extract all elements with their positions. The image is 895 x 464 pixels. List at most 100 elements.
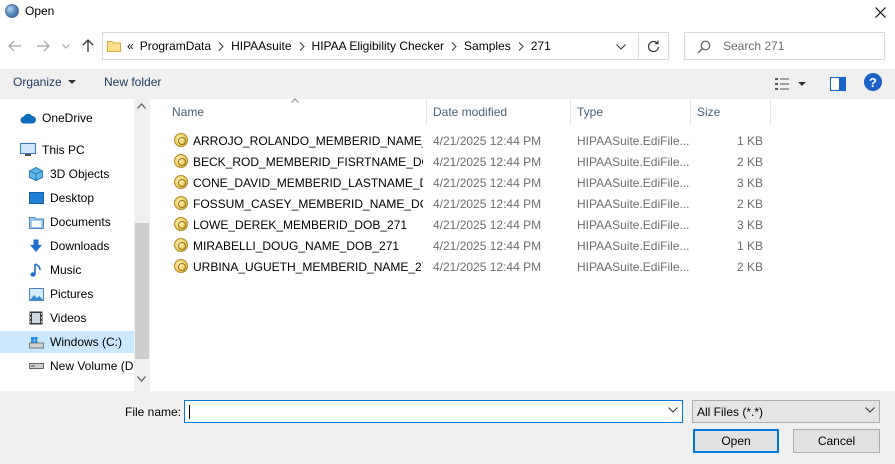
change-view-button[interactable]: [774, 76, 812, 92]
search-box[interactable]: [684, 32, 885, 60]
breadcrumb-item-hipaasuite[interactable]: HIPAAsuite: [229, 39, 293, 53]
file-type-filter[interactable]: All Files (*.*): [692, 400, 880, 423]
chevron-right-icon[interactable]: [446, 38, 462, 54]
app-globe-icon: [5, 4, 19, 18]
nav-item-new-volume-d[interactable]: New Volume (D:: [0, 355, 134, 377]
nav-item-label: 3D Objects: [50, 167, 110, 181]
organize-label: Organize: [13, 75, 62, 89]
file-row[interactable]: BECK_ROD_MEMBERID_FISRTNAME_DOB... 4/21/…: [170, 151, 770, 172]
scroll-up-arrow-icon[interactable]: [137, 103, 146, 109]
drive-icon: [28, 334, 44, 350]
nav-item-desktop[interactable]: Desktop: [0, 187, 134, 209]
pictures-icon: [28, 286, 44, 302]
edi-file-icon: [174, 196, 188, 210]
nav-item-pictures[interactable]: Pictures: [0, 283, 134, 305]
file-name-input[interactable]: [187, 402, 657, 421]
organize-button[interactable]: Organize: [13, 75, 76, 89]
nav-item-this-pc[interactable]: This PC: [0, 139, 134, 161]
file-size: 1 KB: [736, 134, 763, 148]
address-history-dropdown[interactable]: [614, 41, 628, 53]
chevron-right-icon[interactable]: [213, 38, 229, 54]
documents-icon: [28, 214, 44, 230]
file-row[interactable]: MIRABELLI_DOUG_NAME_DOB_271 4/21/2025 12…: [170, 235, 770, 256]
edi-file-icon: [174, 259, 188, 273]
file-name: BECK_ROD_MEMBERID_FISRTNAME_DOB...: [193, 155, 423, 169]
nav-item-windows-c[interactable]: Windows (C:): [0, 331, 134, 353]
cloud-icon: [20, 110, 36, 126]
nav-item-videos[interactable]: Videos: [0, 307, 134, 329]
file-row[interactable]: CONE_DAVID_MEMBERID_LASTNAME_D... 4/21/2…: [170, 172, 770, 193]
file-name-panel: File name: All Files (*.*) Open Cancel: [0, 391, 895, 464]
file-row[interactable]: ARROJO_ROLANDO_MEMBERID_NAME_... 4/21/20…: [170, 130, 770, 151]
nav-item-label: This PC: [42, 143, 85, 157]
nav-item-label: Windows (C:): [50, 335, 123, 349]
cancel-button[interactable]: Cancel: [793, 429, 880, 453]
file-row[interactable]: FOSSUM_CASEY_MEMBERID_NAME_DO... 4/21/20…: [170, 193, 770, 214]
column-header-size[interactable]: Size: [691, 99, 771, 125]
navigation-pane: OneDrive This PC 3D Objects Desktop Docu…: [0, 99, 150, 391]
search-icon: [697, 40, 711, 54]
help-button[interactable]: ?: [864, 73, 882, 91]
nav-item-music[interactable]: Music: [0, 259, 134, 281]
nav-item-documents[interactable]: Documents: [0, 211, 134, 233]
file-size: 3 KB: [736, 218, 763, 232]
file-date: 4/21/2025 12:44 PM: [433, 239, 542, 253]
file-row[interactable]: URBINA_UGUETH_MEMBERID_NAME_271 4/21/202…: [170, 256, 770, 277]
up-arrow-icon: [82, 39, 94, 52]
computer-icon: [20, 142, 36, 158]
close-icon: [874, 6, 886, 18]
file-name: LOWE_DEREK_MEMBERID_DOB_271: [193, 218, 408, 232]
nav-item-label: Documents: [50, 215, 111, 229]
column-header-date-modified[interactable]: Date modified: [427, 99, 571, 125]
back-button[interactable]: [6, 38, 24, 54]
breadcrumb-overflow[interactable]: «: [125, 39, 138, 53]
recent-locations-button[interactable]: [60, 38, 72, 54]
close-button[interactable]: [865, 0, 895, 24]
chevron-right-icon[interactable]: [294, 38, 310, 54]
nav-item-downloads[interactable]: Downloads: [0, 235, 134, 257]
new-folder-button[interactable]: New folder: [104, 75, 161, 89]
scrollbar-thumb[interactable]: [135, 223, 149, 359]
file-name-combobox[interactable]: [184, 400, 683, 423]
title-bar: Open: [0, 0, 895, 24]
cube-icon: [28, 166, 44, 182]
address-bar[interactable]: « ProgramData HIPAAsuite HIPAA Eligibili…: [102, 32, 639, 60]
file-date: 4/21/2025 12:44 PM: [433, 134, 542, 148]
edi-file-icon: [174, 217, 188, 231]
up-button[interactable]: [79, 38, 97, 54]
desktop-icon: [28, 190, 44, 206]
chevron-down-icon: [865, 407, 875, 413]
open-button[interactable]: Open: [693, 429, 779, 453]
edi-file-icon: [174, 133, 188, 147]
breadcrumb-item-programdata[interactable]: ProgramData: [138, 39, 213, 53]
chevron-right-icon[interactable]: [513, 38, 529, 54]
file-size: 2 KB: [736, 155, 763, 169]
edi-file-icon: [174, 175, 188, 189]
chevron-down-icon[interactable]: [668, 407, 678, 413]
window-title: Open: [25, 4, 55, 18]
nav-item-3d-objects[interactable]: 3D Objects: [0, 163, 134, 185]
file-size: 3 KB: [736, 176, 763, 190]
nav-item-onedrive[interactable]: OneDrive: [0, 107, 134, 129]
navigation-scrollbar[interactable]: [134, 99, 150, 391]
music-note-icon: [28, 262, 44, 278]
column-header-type[interactable]: Type: [571, 99, 691, 125]
nav-item-label: Downloads: [50, 239, 110, 253]
breadcrumb-item-eligibility-checker[interactable]: HIPAA Eligibility Checker: [310, 39, 447, 53]
file-type: HIPAASuite.EdiFile...: [577, 218, 690, 232]
preview-pane-icon[interactable]: [830, 76, 846, 92]
file-row[interactable]: LOWE_DEREK_MEMBERID_DOB_271 4/21/2025 12…: [170, 214, 770, 235]
refresh-button[interactable]: [639, 32, 669, 60]
file-name: URBINA_UGUETH_MEMBERID_NAME_271: [193, 260, 423, 274]
folder-icon: [107, 41, 121, 52]
breadcrumb-item-271[interactable]: 271: [529, 39, 553, 53]
column-header-name[interactable]: Name: [166, 99, 427, 125]
file-type: HIPAASuite.EdiFile...: [577, 260, 690, 274]
search-input[interactable]: [723, 33, 883, 59]
refresh-icon: [647, 40, 660, 52]
scroll-down-arrow-icon[interactable]: [137, 376, 146, 382]
caret-down-icon: [67, 80, 76, 84]
file-date: 4/21/2025 12:44 PM: [433, 218, 542, 232]
breadcrumb-item-samples[interactable]: Samples: [462, 39, 513, 53]
forward-button[interactable]: [34, 38, 52, 54]
